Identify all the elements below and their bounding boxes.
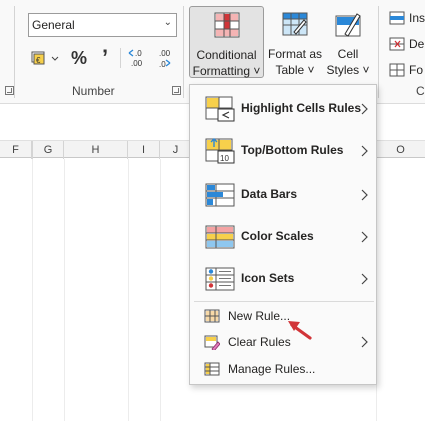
insert-label: Ins <box>409 11 425 25</box>
insert-button[interactable]: Ins <box>389 8 425 28</box>
comma-style-button[interactable]: ’ <box>94 45 116 70</box>
cells-group-label: C <box>416 84 425 98</box>
menu-item-data-bars[interactable]: Data Bars <box>190 174 376 216</box>
increase-decimal-button[interactable]: .0 .00 <box>124 46 150 70</box>
menu-label: Color Scales <box>241 229 314 243</box>
cell-styles-button[interactable]: Cell Styles ˅ <box>326 6 370 78</box>
conditional-formatting-icon <box>214 12 239 38</box>
accounting-icon: € <box>31 51 59 65</box>
chevron-right-icon <box>361 103 368 115</box>
format-label: Fo <box>409 63 424 77</box>
currency-symbol: € <box>36 56 41 65</box>
column-header-j[interactable]: J <box>160 141 192 159</box>
column-header-g[interactable]: G <box>32 141 64 159</box>
menu-label: Top/Bottom Rules <box>241 143 344 157</box>
cell-styles-icon <box>335 13 361 37</box>
menu-label: Manage Rules... <box>228 362 316 376</box>
group-separator <box>378 6 379 98</box>
column-header-f[interactable]: F <box>0 141 32 159</box>
svg-text:.0: .0 <box>159 60 166 69</box>
column-header-h[interactable]: H <box>64 141 128 159</box>
color-scales-icon <box>205 225 235 249</box>
decrease-decimal-icon: .00 .0 <box>159 49 171 69</box>
delete-button[interactable]: De <box>389 34 424 54</box>
column-header-i[interactable]: I <box>128 141 160 159</box>
increase-decimal-icon: .0 .00 <box>128 49 143 68</box>
chevron-right-icon <box>361 189 368 201</box>
chevron-down-icon: ⌄ <box>163 17 172 28</box>
cell-styles-label: Cell Styles ˅ <box>326 47 370 77</box>
delete-cells-icon <box>389 37 405 51</box>
chevron-right-icon <box>361 231 368 243</box>
menu-item-icon-sets[interactable]: Icon Sets <box>190 258 376 300</box>
number-format-value: General <box>32 18 75 32</box>
insert-cells-icon <box>389 11 405 25</box>
chevron-right-icon <box>361 273 368 285</box>
menu-item-highlight-cells-rules[interactable]: Highlight Cells Rules <box>190 88 376 130</box>
dialog-launcher-icon[interactable] <box>5 86 14 95</box>
menu-label: Data Bars <box>241 187 298 201</box>
chevron-right-icon <box>361 145 368 157</box>
manage-rules-icon <box>204 362 220 376</box>
svg-text:10: 10 <box>220 154 229 163</box>
icon-sets-icon <box>205 267 235 291</box>
svg-text:.00: .00 <box>159 49 171 58</box>
menu-item-manage-rules[interactable]: Manage Rules... <box>190 357 376 381</box>
format-button[interactable]: Fo <box>389 60 423 80</box>
new-rule-icon <box>204 309 220 323</box>
percent-icon: % <box>70 47 87 68</box>
format-as-table-icon <box>282 12 308 36</box>
delete-label: De <box>409 37 425 51</box>
top-bottom-icon: 10 <box>205 138 235 164</box>
group-separator <box>183 6 184 98</box>
percent-style-button[interactable]: % <box>66 46 92 70</box>
number-group-label: Number <box>72 84 115 98</box>
menu-separator <box>194 301 374 302</box>
decrease-decimal-button[interactable]: .00 .0 <box>152 46 178 70</box>
column-header-o[interactable]: O <box>376 141 425 159</box>
format-as-table-button[interactable]: Format as Table ˅ <box>266 6 324 78</box>
annotation-arrow-icon <box>288 321 312 340</box>
highlight-cells-icon <box>205 96 235 122</box>
format-cells-icon <box>389 63 405 77</box>
button-separator <box>120 48 121 68</box>
chevron-right-icon <box>361 336 368 348</box>
svg-text:.0: .0 <box>135 49 142 58</box>
menu-label: Icon Sets <box>241 271 295 285</box>
menu-item-color-scales[interactable]: Color Scales <box>190 216 376 258</box>
number-format-dropdown[interactable]: General ⌄ <box>28 13 177 37</box>
format-as-table-label: Format as Table ˅ <box>267 47 322 77</box>
group-separator <box>14 6 15 98</box>
accounting-format-button[interactable]: € <box>28 46 62 70</box>
comma-icon: ’ <box>101 45 109 70</box>
data-bars-icon <box>205 183 235 207</box>
menu-item-top-bottom-rules[interactable]: 10 Top/Bottom Rules <box>190 130 376 172</box>
conditional-formatting-label: Conditional Formatting ˅ <box>192 48 261 78</box>
conditional-formatting-button[interactable]: Conditional Formatting ˅ <box>189 6 264 78</box>
number-dialog-launcher-icon[interactable] <box>172 86 181 95</box>
menu-label: Highlight Cells Rules <box>241 101 362 115</box>
clear-rules-icon <box>204 335 220 350</box>
svg-text:.00: .00 <box>131 59 143 68</box>
